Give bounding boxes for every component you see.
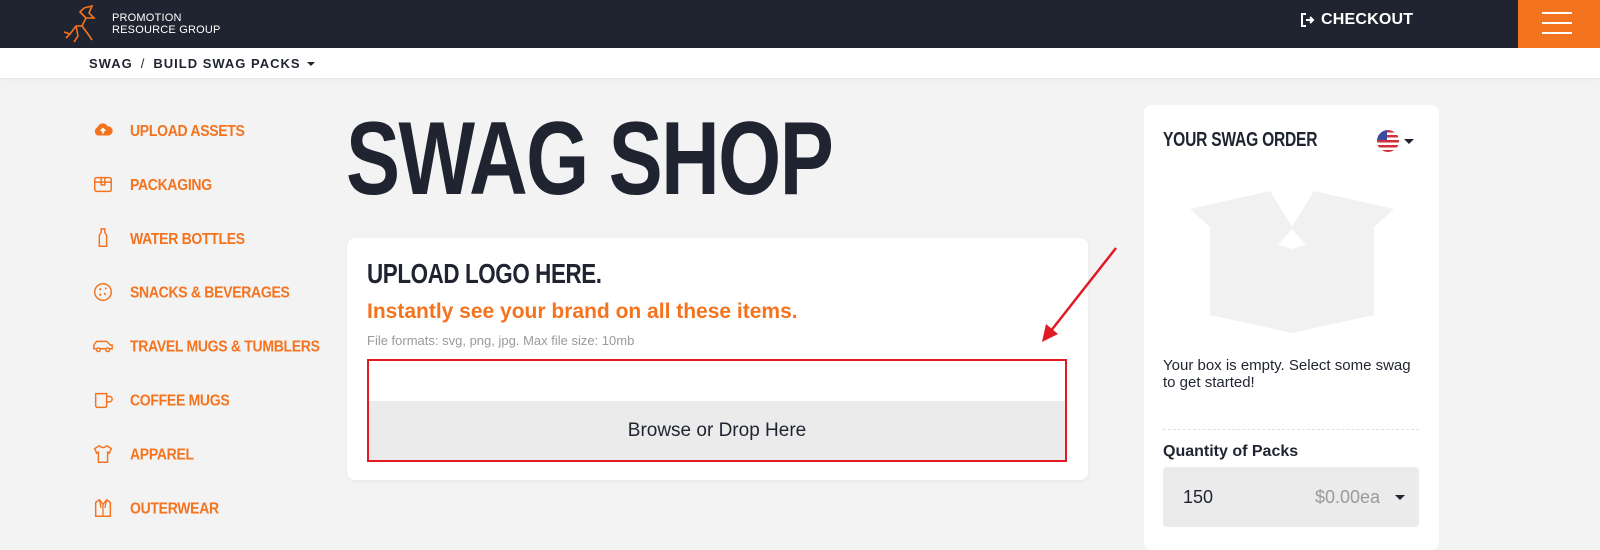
breadcrumb-item-build-swag-packs[interactable]: BUILD SWAG PACKS [153, 56, 300, 71]
quantity-value: 150 [1183, 487, 1214, 507]
file-format-hint: File formats: svg, png, jpg. Max file si… [367, 333, 635, 348]
breadcrumb-bar: SWAG / BUILD SWAG PACKS [0, 48, 1600, 78]
chevron-down-icon[interactable] [1395, 495, 1405, 500]
sidebar-item-packaging[interactable]: PACKAGING [90, 166, 320, 202]
cookie-icon [90, 280, 116, 304]
checkout-label: CHECKOUT [1321, 11, 1414, 28]
sidebar-item-label: APPAREL [130, 444, 194, 464]
page-title: SWAG SHOP [346, 101, 834, 217]
box-icon [90, 172, 116, 196]
upload-card-title: UPLOAD LOGO HERE. [367, 258, 602, 289]
us-flag-icon[interactable] [1376, 129, 1400, 153]
jacket-icon [90, 496, 116, 520]
order-title: YOUR SWAG ORDER [1163, 129, 1318, 151]
sidebar-item-label: WATER BOTTLES [130, 228, 245, 248]
logo-line-1: PROMOTION [112, 12, 182, 24]
quantity-select[interactable]: 150 $0.00ea [1163, 467, 1419, 527]
sidebar-item-outerwear[interactable]: OUTERWEAR [90, 490, 320, 526]
chevron-down-icon[interactable] [1404, 139, 1414, 144]
sidebar-item-label: PACKAGING [130, 174, 212, 194]
empty-box-icon [1190, 191, 1394, 333]
logo[interactable]: PROMOTION RESOURCE GROUP [62, 0, 221, 48]
hamburger-icon-line [1542, 22, 1572, 24]
upload-card-subtitle: Instantly see your brand on all these it… [367, 300, 798, 323]
sidebar-item-label: COFFEE MUGS [130, 390, 230, 410]
browse-or-drop-button[interactable]: Browse or Drop Here [369, 401, 1065, 460]
sidebar-item-snacks-beverages[interactable]: SNACKS & BEVERAGES [90, 274, 320, 310]
breadcrumb-separator: / [140, 56, 146, 71]
hamburger-icon-line [1542, 32, 1572, 34]
shirt-icon [90, 442, 116, 466]
sidebar-item-upload-assets[interactable]: UPLOAD ASSETS [90, 112, 320, 148]
bottle-icon [90, 226, 116, 250]
mug-icon [90, 388, 116, 412]
checkout-link[interactable]: CHECKOUT [1300, 11, 1413, 29]
menu-button[interactable] [1518, 0, 1600, 48]
logo-dropzone[interactable]: Browse or Drop Here [367, 359, 1067, 462]
car-icon [90, 334, 116, 358]
breadcrumb: SWAG / BUILD SWAG PACKS [89, 56, 315, 71]
chevron-down-icon[interactable] [306, 61, 315, 66]
sidebar-item-water-bottles[interactable]: WATER BOTTLES [90, 220, 320, 256]
upload-logo-card: UPLOAD LOGO HERE. Instantly see your bra… [347, 238, 1088, 480]
hamburger-icon [1542, 12, 1572, 14]
divider [1163, 429, 1419, 430]
logo-line-2: RESOURCE GROUP [112, 24, 221, 36]
top-nav-bar: PROMOTION RESOURCE GROUP CHECKOUT [0, 0, 1600, 48]
annotation-arrow-icon [1042, 247, 1117, 342]
cloud-upload-icon [90, 118, 116, 142]
sign-out-icon [1301, 13, 1315, 27]
sidebar-item-apparel[interactable]: APPAREL [90, 436, 320, 472]
unit-price: $0.00ea [1315, 487, 1381, 507]
swag-order-panel: YOUR SWAG ORDER Your box is empty. Selec… [1144, 105, 1439, 550]
empty-box-message: Your box is empty. Select some swag to g… [1163, 357, 1411, 391]
quantity-label: Quantity of Packs [1163, 443, 1299, 460]
sidebar-item-travel-mugs[interactable]: TRAVEL MUGS & TUMBLERS [90, 328, 320, 364]
sidebar-item-coffee-mugs[interactable]: COFFEE MUGS [90, 382, 320, 418]
sidebar-item-label: UPLOAD ASSETS [130, 120, 245, 140]
logo-text: PROMOTION RESOURCE GROUP [112, 12, 221, 36]
breadcrumb-item-swag[interactable]: SWAG [89, 56, 133, 71]
sidebar-item-label: OUTERWEAR [130, 498, 219, 518]
sidebar-item-label: SNACKS & BEVERAGES [130, 282, 290, 302]
sidebar-item-label: TRAVEL MUGS & TUMBLERS [130, 336, 320, 356]
horse-logo-icon [63, 4, 96, 43]
